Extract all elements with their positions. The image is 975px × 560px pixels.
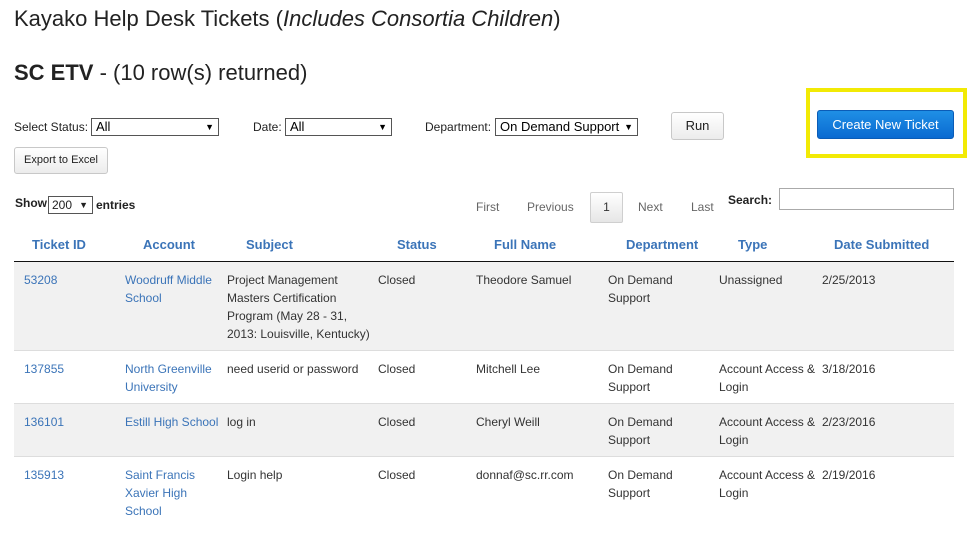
table-row: 137855 North Greenville University need … <box>14 349 954 403</box>
ticket-id-link[interactable]: 136101 <box>24 415 64 429</box>
cell-full-name: Mitchell Lee <box>476 349 608 403</box>
cell-subject: log in <box>227 402 378 456</box>
entries-label: entries <box>96 198 136 212</box>
dropdown-arrow-icon: ▼ <box>79 200 88 210</box>
account-link[interactable]: Estill High School <box>125 415 218 429</box>
search-label: Search: <box>728 193 773 207</box>
table-header-row: Ticket ID Account Subject Status Full Na… <box>14 228 954 262</box>
title-text: Kayako Help Desk Tickets ( <box>14 6 283 31</box>
pager-previous[interactable]: Previous <box>527 200 574 214</box>
show-label: Show <box>15 196 47 210</box>
column-header-ticket-id[interactable]: Ticket ID <box>14 228 125 262</box>
cell-account: North Greenville University <box>125 349 227 403</box>
status-select[interactable]: All ▼ <box>91 118 219 136</box>
column-header-status[interactable]: Status <box>378 228 476 262</box>
table-row: 53208 Woodruff Middle School Project Man… <box>14 260 954 350</box>
pager-next[interactable]: Next <box>638 200 663 214</box>
department-select-value: On Demand Support <box>500 119 620 134</box>
cell-ticket-id: 136101 <box>14 402 125 456</box>
cell-type: Account Access & Login <box>719 402 822 456</box>
cell-status: Closed <box>378 455 476 527</box>
date-select[interactable]: All ▼ <box>285 118 392 136</box>
cell-subject: need userid or password <box>227 349 378 403</box>
pager-last[interactable]: Last <box>691 200 714 214</box>
cell-account: Saint Francis Xavier High School <box>125 455 227 527</box>
status-filter-label: Select Status: <box>14 120 89 134</box>
cell-ticket-id: 135913 <box>14 455 125 527</box>
table-row: 136101 Estill High School log in Closed … <box>14 402 954 456</box>
cell-date: 3/18/2016 <box>822 349 954 403</box>
account-link[interactable]: Saint Francis Xavier High School <box>125 468 195 518</box>
cell-status: Closed <box>378 349 476 403</box>
cell-account: Estill High School <box>125 402 227 456</box>
column-header-full-name[interactable]: Full Name <box>476 228 608 262</box>
cell-status: Closed <box>378 402 476 456</box>
create-new-ticket-button[interactable]: Create New Ticket <box>817 110 954 139</box>
cell-subject: Login help <box>227 455 378 527</box>
pager-first[interactable]: First <box>476 200 499 214</box>
cell-ticket-id: 53208 <box>14 260 125 350</box>
date-select-value: All <box>290 119 305 134</box>
cell-department: On Demand Support <box>608 402 719 456</box>
ticket-id-link[interactable]: 53208 <box>24 273 57 287</box>
cell-full-name: Theodore Samuel <box>476 260 608 350</box>
dropdown-arrow-icon: ▼ <box>378 122 387 132</box>
cell-date: 2/23/2016 <box>822 402 954 456</box>
title-end: ) <box>553 6 561 31</box>
department-select[interactable]: On Demand Support ▼ <box>495 118 638 136</box>
cell-status: Closed <box>378 260 476 350</box>
pager-current-page[interactable]: 1 <box>590 192 623 223</box>
cell-type: Account Access & Login <box>719 455 822 527</box>
run-button[interactable]: Run <box>671 112 724 140</box>
ticket-id-link[interactable]: 135913 <box>24 468 64 482</box>
page-title: Kayako Help Desk Tickets (Includes Conso… <box>14 6 561 32</box>
cell-date: 2/25/2013 <box>822 260 954 350</box>
cell-department: On Demand Support <box>608 455 719 527</box>
export-excel-button[interactable]: Export to Excel <box>14 147 108 174</box>
status-select-value: All <box>96 119 111 134</box>
entries-select[interactable]: 200 ▼ <box>48 196 93 214</box>
table-row: 135913 Saint Francis Xavier High School … <box>14 455 954 527</box>
cell-department: On Demand Support <box>608 260 719 350</box>
rows-returned: - (10 row(s) returned) <box>93 60 308 85</box>
cell-department: On Demand Support <box>608 349 719 403</box>
column-header-department[interactable]: Department <box>608 228 719 262</box>
dropdown-arrow-icon: ▼ <box>205 122 214 132</box>
dropdown-arrow-icon: ▼ <box>624 122 633 132</box>
cell-subject: Project Management Masters Certification… <box>227 260 378 350</box>
report-subtitle: SC ETV - (10 row(s) returned) <box>14 60 307 86</box>
title-italic: Includes Consortia Children <box>282 6 554 31</box>
account-link[interactable]: North Greenville University <box>125 362 212 394</box>
entries-select-value: 200 <box>52 198 73 212</box>
cell-account: Woodruff Middle School <box>125 260 227 350</box>
column-header-account[interactable]: Account <box>125 228 227 262</box>
date-filter-label: Date: <box>253 120 282 134</box>
org-name: SC ETV <box>14 60 94 85</box>
cell-type: Account Access & Login <box>719 349 822 403</box>
cell-full-name: Cheryl Weill <box>476 402 608 456</box>
ticket-id-link[interactable]: 137855 <box>24 362 64 376</box>
column-header-type[interactable]: Type <box>719 228 822 262</box>
column-header-date-submitted[interactable]: Date Submitted <box>822 228 954 262</box>
cell-ticket-id: 137855 <box>14 349 125 403</box>
tickets-table: Ticket ID Account Subject Status Full Na… <box>14 228 954 527</box>
cell-full-name: donnaf@sc.rr.com <box>476 455 608 527</box>
cell-type: Unassigned <box>719 260 822 350</box>
column-header-subject[interactable]: Subject <box>227 228 378 262</box>
department-filter-label: Department: <box>425 120 492 134</box>
account-link[interactable]: Woodruff Middle School <box>125 273 212 305</box>
cell-date: 2/19/2016 <box>822 455 954 527</box>
search-input[interactable] <box>779 188 954 210</box>
